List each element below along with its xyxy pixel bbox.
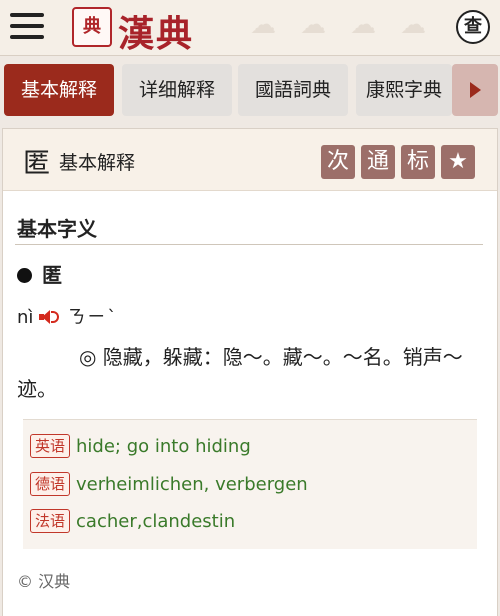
logo[interactable]: 典 漢典 xyxy=(72,5,242,55)
definition-text: ◎ 隐藏，躲藏：隐～。藏～。～名。销声～迹。 xyxy=(17,345,463,401)
translation-text: verheimlichen, verbergen xyxy=(76,474,308,495)
tongjia-button[interactable]: 通 xyxy=(361,145,395,179)
card-header: 匿 基本解释 次 通 标 ★ xyxy=(3,129,497,191)
translation-row: 德语 verheimlichen, verbergen xyxy=(30,472,308,500)
language-tag: 英语 xyxy=(30,434,71,458)
pinyin: nì xyxy=(17,307,34,328)
entry-heading: 匿 xyxy=(17,259,62,288)
tab-kangxi-dictionary[interactable]: 康熙字典 xyxy=(356,64,452,116)
language-tag: 德语 xyxy=(30,472,71,496)
header-character: 匿 xyxy=(23,148,50,179)
translation-row: 法语 cacher,clandestin xyxy=(30,509,235,537)
app-header: 典 漢典 ☁ ☁ ☁ ☁ 查 xyxy=(0,0,500,56)
card-title: 基本解释 xyxy=(59,152,136,174)
favorite-star-icon[interactable]: ★ xyxy=(441,145,475,179)
translations-box: 英语 hide; go into hiding 德语 verheimlichen, … xyxy=(23,419,477,549)
cloud-decoration-icon: ☁ xyxy=(300,10,326,40)
menu-icon[interactable] xyxy=(10,13,44,43)
speaker-icon[interactable] xyxy=(39,310,60,324)
copyright-footer: © 汉典 xyxy=(17,572,71,591)
tab-detailed-explanation[interactable]: 详细解释 xyxy=(122,64,232,116)
logo-seal: 典 xyxy=(72,7,112,47)
radical-button[interactable]: 次 xyxy=(321,145,355,179)
divider xyxy=(15,244,483,245)
definition-card: 匿 基本解释 次 通 标 ★ 基本字义 匿 nì ㄋㄧˋ ◎ 隐藏，躲藏：隐～。藏… xyxy=(2,128,498,616)
cloud-decoration-icon: ☁ xyxy=(350,10,376,40)
pronunciation: nì ㄋㄧˋ xyxy=(17,303,118,329)
language-tag: 法语 xyxy=(30,509,71,533)
cloud-decoration-icon: ☁ xyxy=(250,10,276,40)
tab-basic-explanation[interactable]: 基本解释 xyxy=(4,64,114,116)
tab-bar: 基本解释 详细解释 國語詞典 康熙字典 xyxy=(0,64,500,116)
translation-text: hide; go into hiding xyxy=(76,436,251,457)
translation-text: cacher,clandestin xyxy=(76,511,236,532)
standard-button[interactable]: 标 xyxy=(401,145,435,179)
search-icon[interactable]: 查 xyxy=(456,10,490,44)
translation-row: 英语 hide; go into hiding xyxy=(30,434,251,462)
entry-character: 匿 xyxy=(42,263,62,287)
cloud-decoration-icon: ☁ xyxy=(400,10,426,40)
bullet-icon xyxy=(17,268,32,283)
tabs-next-arrow-icon[interactable] xyxy=(452,64,498,116)
section-title: 基本字义 xyxy=(17,217,97,241)
bopomofo: ㄋㄧˋ xyxy=(67,307,119,328)
tab-guoyu-dictionary[interactable]: 國語詞典 xyxy=(238,64,348,116)
logo-text: 漢典 xyxy=(118,13,195,55)
